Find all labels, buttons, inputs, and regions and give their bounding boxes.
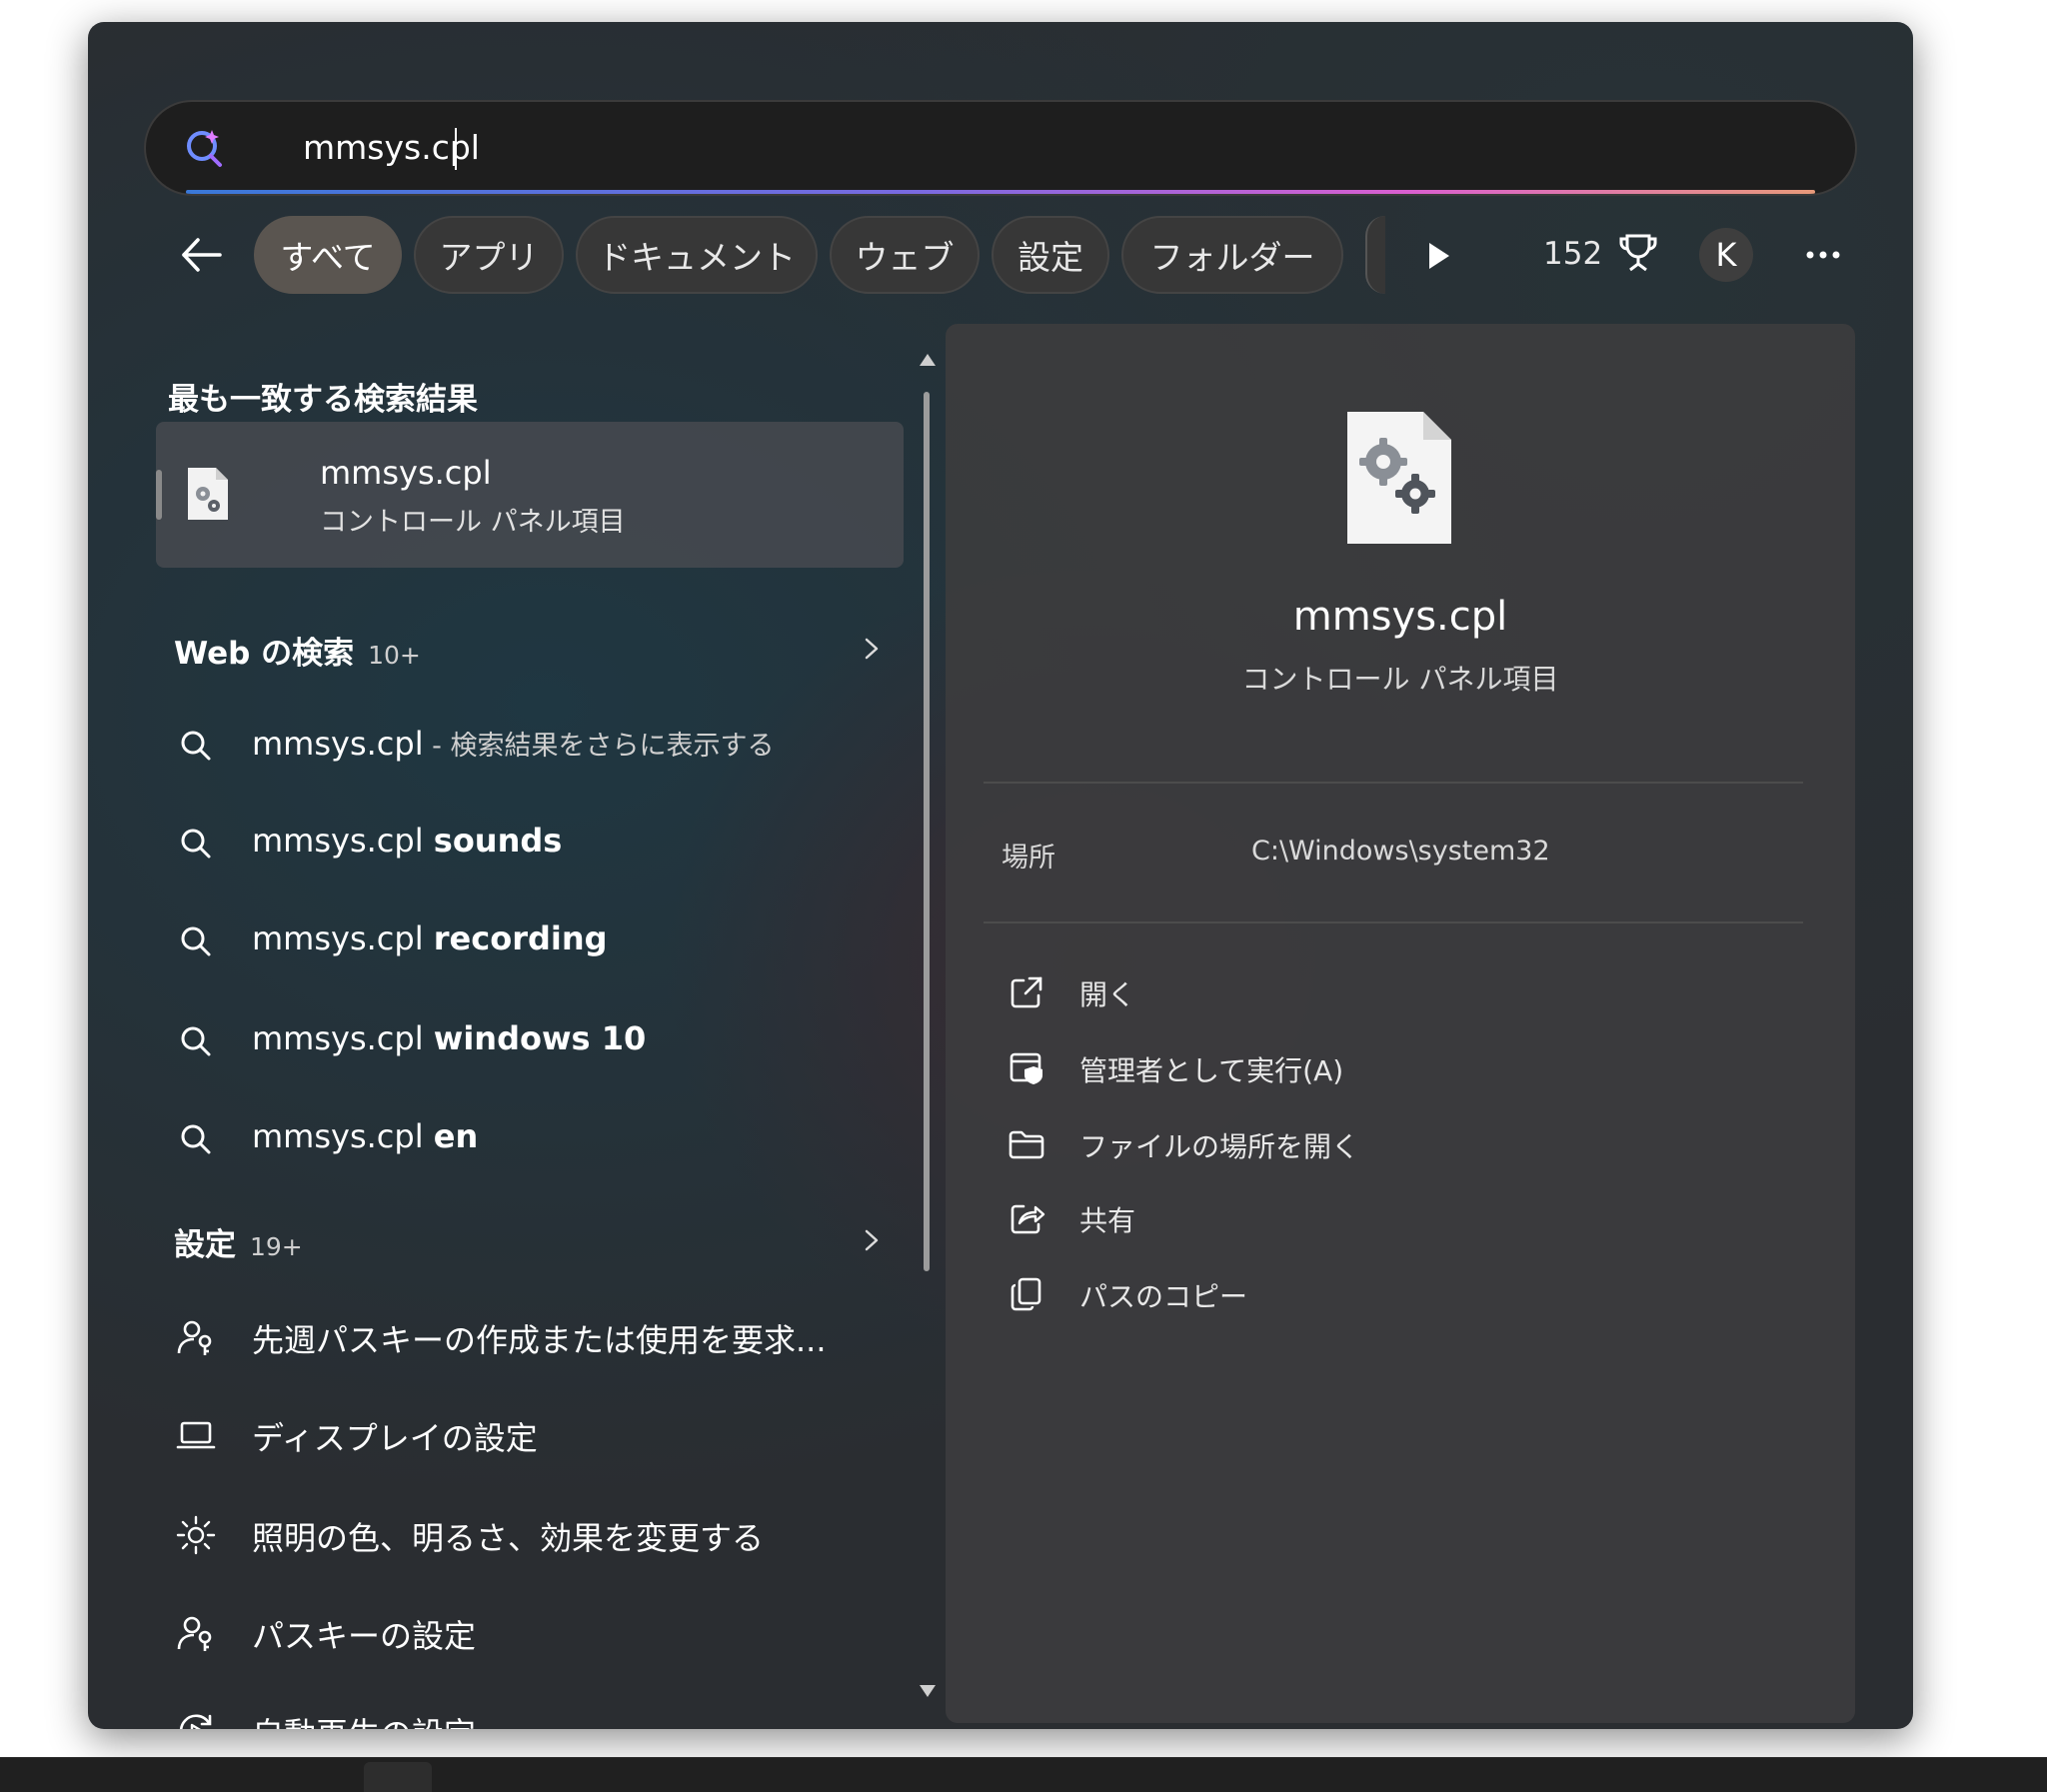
search-icon [181,926,211,956]
search-icon [181,731,211,761]
best-match-item[interactable]: mmsys.cpl コントロール パネル項目 [156,422,904,568]
detail-subtitle: コントロール パネル項目 [1241,663,1559,696]
run-as-admin-action[interactable]: 管理者として実行(A) [1008,1039,1707,1099]
person-key-icon [177,1616,212,1651]
taskbar-button[interactable] [364,1762,432,1792]
web-search-heading[interactable]: Web の検索 10+ [174,628,421,673]
search-input[interactable]: mmsys.cpl [303,128,480,167]
divider [984,782,1803,784]
open-file-location-action[interactable]: ファイルの場所を開く [1008,1115,1707,1175]
back-arrow-icon[interactable] [176,230,226,280]
taskbar [0,1757,2047,1792]
autoplay-icon [180,1714,212,1729]
cpl-file-icon [188,468,228,520]
filter-chip-folders[interactable]: フォルダー [1121,216,1343,294]
person-key-icon [177,1320,212,1355]
search-window: mmsys.cpl すべて アプリ ドキュメント ウェブ 設定 フォルダー 15… [88,22,1913,1729]
settings-heading[interactable]: 設定 19+ [174,1219,303,1264]
cpl-file-large-icon [1347,412,1451,544]
copilot-search-icon [187,130,222,167]
best-match-heading: 最も一致する検索結果 [168,382,478,418]
location-label: 場所 [1002,843,1055,874]
share-action[interactable]: 共有 [1008,1189,1707,1249]
open-action[interactable]: 開く [1008,963,1707,1023]
copy-icon [1011,1277,1041,1311]
chevron-right-icon[interactable] [860,1225,884,1255]
copy-path-action[interactable]: パスのコピー [1008,1265,1707,1325]
filter-chip-settings[interactable]: 設定 [992,216,1109,294]
play-icon[interactable] [1423,240,1453,272]
text-caret [455,128,457,170]
filter-chip-overflow[interactable] [1365,216,1385,294]
scroll-down-arrow-icon[interactable] [918,1683,938,1699]
location-value: C:\Windows\system32 [1251,836,1550,867]
laptop-icon [176,1421,216,1449]
rewards-points: 152 [1543,236,1603,272]
detail-pane: mmsys.cpl コントロール パネル項目 場所 C:\Windows\sys… [946,324,1855,1723]
open-external-icon [1011,976,1042,1008]
search-icon [181,1026,211,1056]
detail-title: mmsys.cpl [1292,594,1508,640]
divider [984,921,1803,923]
selection-indicator [156,470,162,520]
search-icon [181,829,211,859]
scrollbar-thumb[interactable] [924,392,930,1271]
trophy-icon[interactable] [1615,230,1661,276]
search-icon [181,1124,211,1154]
filter-chip-web[interactable]: ウェブ [830,216,980,294]
filter-chip-documents[interactable]: ドキュメント [576,216,818,294]
more-options-icon[interactable] [1803,240,1843,270]
scroll-up-arrow-icon[interactable] [918,352,938,368]
sun-icon [176,1515,216,1555]
best-match-subtitle: コントロール パネル項目 [320,507,626,538]
search-bar[interactable]: mmsys.cpl [144,100,1857,196]
avatar[interactable]: K [1699,228,1753,282]
filter-chip-all[interactable]: すべて [254,216,402,294]
shield-window-icon [1010,1052,1042,1084]
filter-chip-apps[interactable]: アプリ [414,216,564,294]
chevron-right-icon[interactable] [860,634,884,664]
folder-icon [1009,1130,1044,1159]
share-icon [1011,1204,1045,1234]
best-match-title: mmsys.cpl [320,454,492,492]
